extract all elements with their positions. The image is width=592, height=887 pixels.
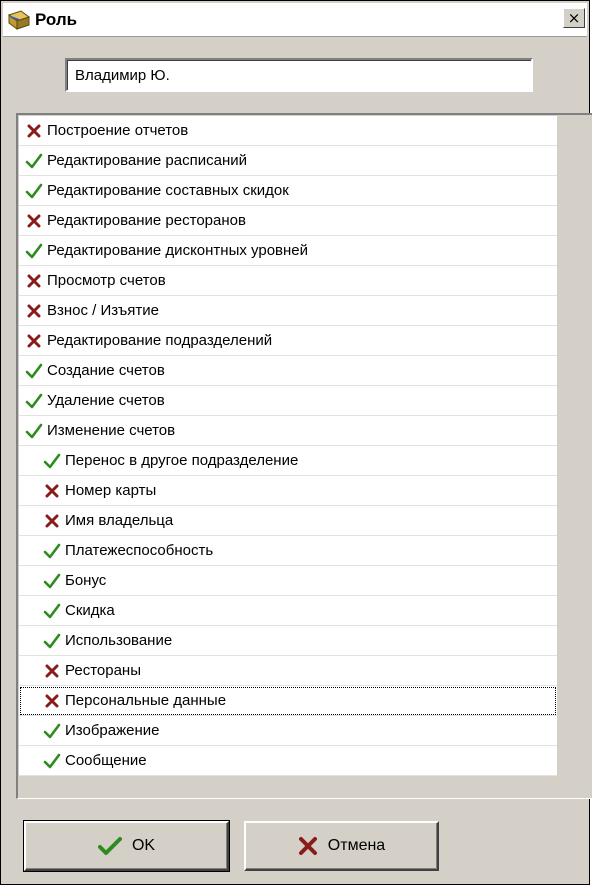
permission-row[interactable]: Построение отчетов xyxy=(19,116,557,146)
permission-label: Сообщение xyxy=(65,752,147,769)
permission-label: Редактирование подразделений xyxy=(47,332,273,349)
permission-row[interactable]: Редактирование подразделений xyxy=(19,326,557,356)
permissions-list[interactable]: Построение отчетов Редактирование расписа… xyxy=(16,113,592,799)
permission-label: Перенос в другое подразделение xyxy=(65,452,299,469)
permission-label: Бонус xyxy=(65,572,107,589)
cross-icon[interactable] xyxy=(25,274,43,288)
permission-label: Скидка xyxy=(65,602,115,619)
check-icon[interactable] xyxy=(25,243,43,259)
check-icon[interactable] xyxy=(43,603,61,619)
permissions-list-body: Построение отчетов Редактирование расписа… xyxy=(19,116,557,776)
permission-row[interactable]: Изменение счетов xyxy=(19,416,557,446)
role-icon xyxy=(5,7,33,33)
check-icon xyxy=(97,836,122,856)
check-icon[interactable] xyxy=(43,723,61,739)
permission-row[interactable]: Удаление счетов xyxy=(19,386,557,416)
ok-button[interactable]: OK xyxy=(23,820,230,872)
cross-icon xyxy=(298,836,318,856)
permission-row[interactable]: Редактирование дисконтных уровней xyxy=(19,236,557,266)
permission-label: Использование xyxy=(65,632,173,649)
permission-row[interactable]: Перенос в другое подразделение xyxy=(19,446,557,476)
permission-label: Взнос / Изъятие xyxy=(47,302,159,319)
permission-row[interactable]: Изображение xyxy=(19,716,557,746)
check-icon[interactable] xyxy=(25,393,43,409)
cross-icon[interactable] xyxy=(25,124,43,138)
permission-row[interactable]: Создание счетов xyxy=(19,356,557,386)
cross-icon[interactable] xyxy=(25,214,43,228)
window-title: Роль xyxy=(35,9,78,29)
cancel-button-label: Отмена xyxy=(327,837,386,854)
permission-row[interactable]: Скидка xyxy=(19,596,557,626)
permission-row[interactable]: Имя владельца xyxy=(19,506,557,536)
permission-label: Редактирование ресторанов xyxy=(47,212,246,229)
permission-label: Редактирование дисконтных уровней xyxy=(47,242,309,259)
permission-label: Создание счетов xyxy=(47,362,165,379)
permission-label: Платежеспособность xyxy=(65,542,214,559)
cross-icon[interactable] xyxy=(43,514,61,528)
check-icon[interactable] xyxy=(25,423,43,439)
permission-label: Изображение xyxy=(65,722,160,739)
permission-row[interactable]: Рестораны xyxy=(19,656,557,686)
check-icon[interactable] xyxy=(43,453,61,469)
cross-icon[interactable] xyxy=(43,664,61,678)
cross-icon[interactable] xyxy=(25,334,43,348)
permission-row[interactable]: Редактирование составных скидок xyxy=(19,176,557,206)
cross-icon[interactable] xyxy=(43,484,61,498)
check-icon[interactable] xyxy=(43,573,61,589)
permission-row[interactable]: Бонус xyxy=(19,566,557,596)
permission-label: Удаление счетов xyxy=(47,392,165,409)
check-icon[interactable] xyxy=(25,363,43,379)
permission-label: Номер карты xyxy=(65,482,157,499)
permission-label: Имя владельца xyxy=(65,512,174,529)
cross-icon[interactable] xyxy=(43,694,61,708)
permission-label: Изменение счетов xyxy=(47,422,176,439)
permission-label: Редактирование составных скидок xyxy=(47,182,289,199)
check-icon[interactable] xyxy=(43,753,61,769)
permission-row[interactable]: Платежеспособность xyxy=(19,536,557,566)
permission-row[interactable]: Сообщение xyxy=(19,746,557,776)
check-icon[interactable] xyxy=(25,153,43,169)
permission-row[interactable]: Редактирование расписаний xyxy=(19,146,557,176)
permission-label: Просмотр счетов xyxy=(47,272,166,289)
permission-label: Редактирование расписаний xyxy=(47,152,248,169)
check-icon[interactable] xyxy=(43,543,61,559)
permission-row[interactable]: Персональные данные xyxy=(19,686,557,716)
permission-row[interactable]: Просмотр счетов xyxy=(19,266,557,296)
permission-label: Персональные данные xyxy=(65,692,227,709)
permission-row[interactable]: Номер карты xyxy=(19,476,557,506)
permission-row[interactable]: Использование xyxy=(19,626,557,656)
check-icon[interactable] xyxy=(25,183,43,199)
permission-label: Построение отчетов xyxy=(47,122,189,139)
permission-row[interactable]: Взнос / Изъятие xyxy=(19,296,557,326)
close-button[interactable]: × xyxy=(563,8,585,28)
permission-row[interactable]: Редактирование ресторанов xyxy=(19,206,557,236)
cross-icon[interactable] xyxy=(25,304,43,318)
ok-button-label: OK xyxy=(131,837,156,854)
role-dialog: Роль × Построение отчетов Редактирование … xyxy=(0,0,592,885)
cancel-button[interactable]: Отмена xyxy=(244,821,439,871)
permission-label: Рестораны xyxy=(65,662,141,679)
check-icon[interactable] xyxy=(43,633,61,649)
title-bar: Роль × xyxy=(3,3,587,37)
role-name-field[interactable] xyxy=(65,58,533,92)
